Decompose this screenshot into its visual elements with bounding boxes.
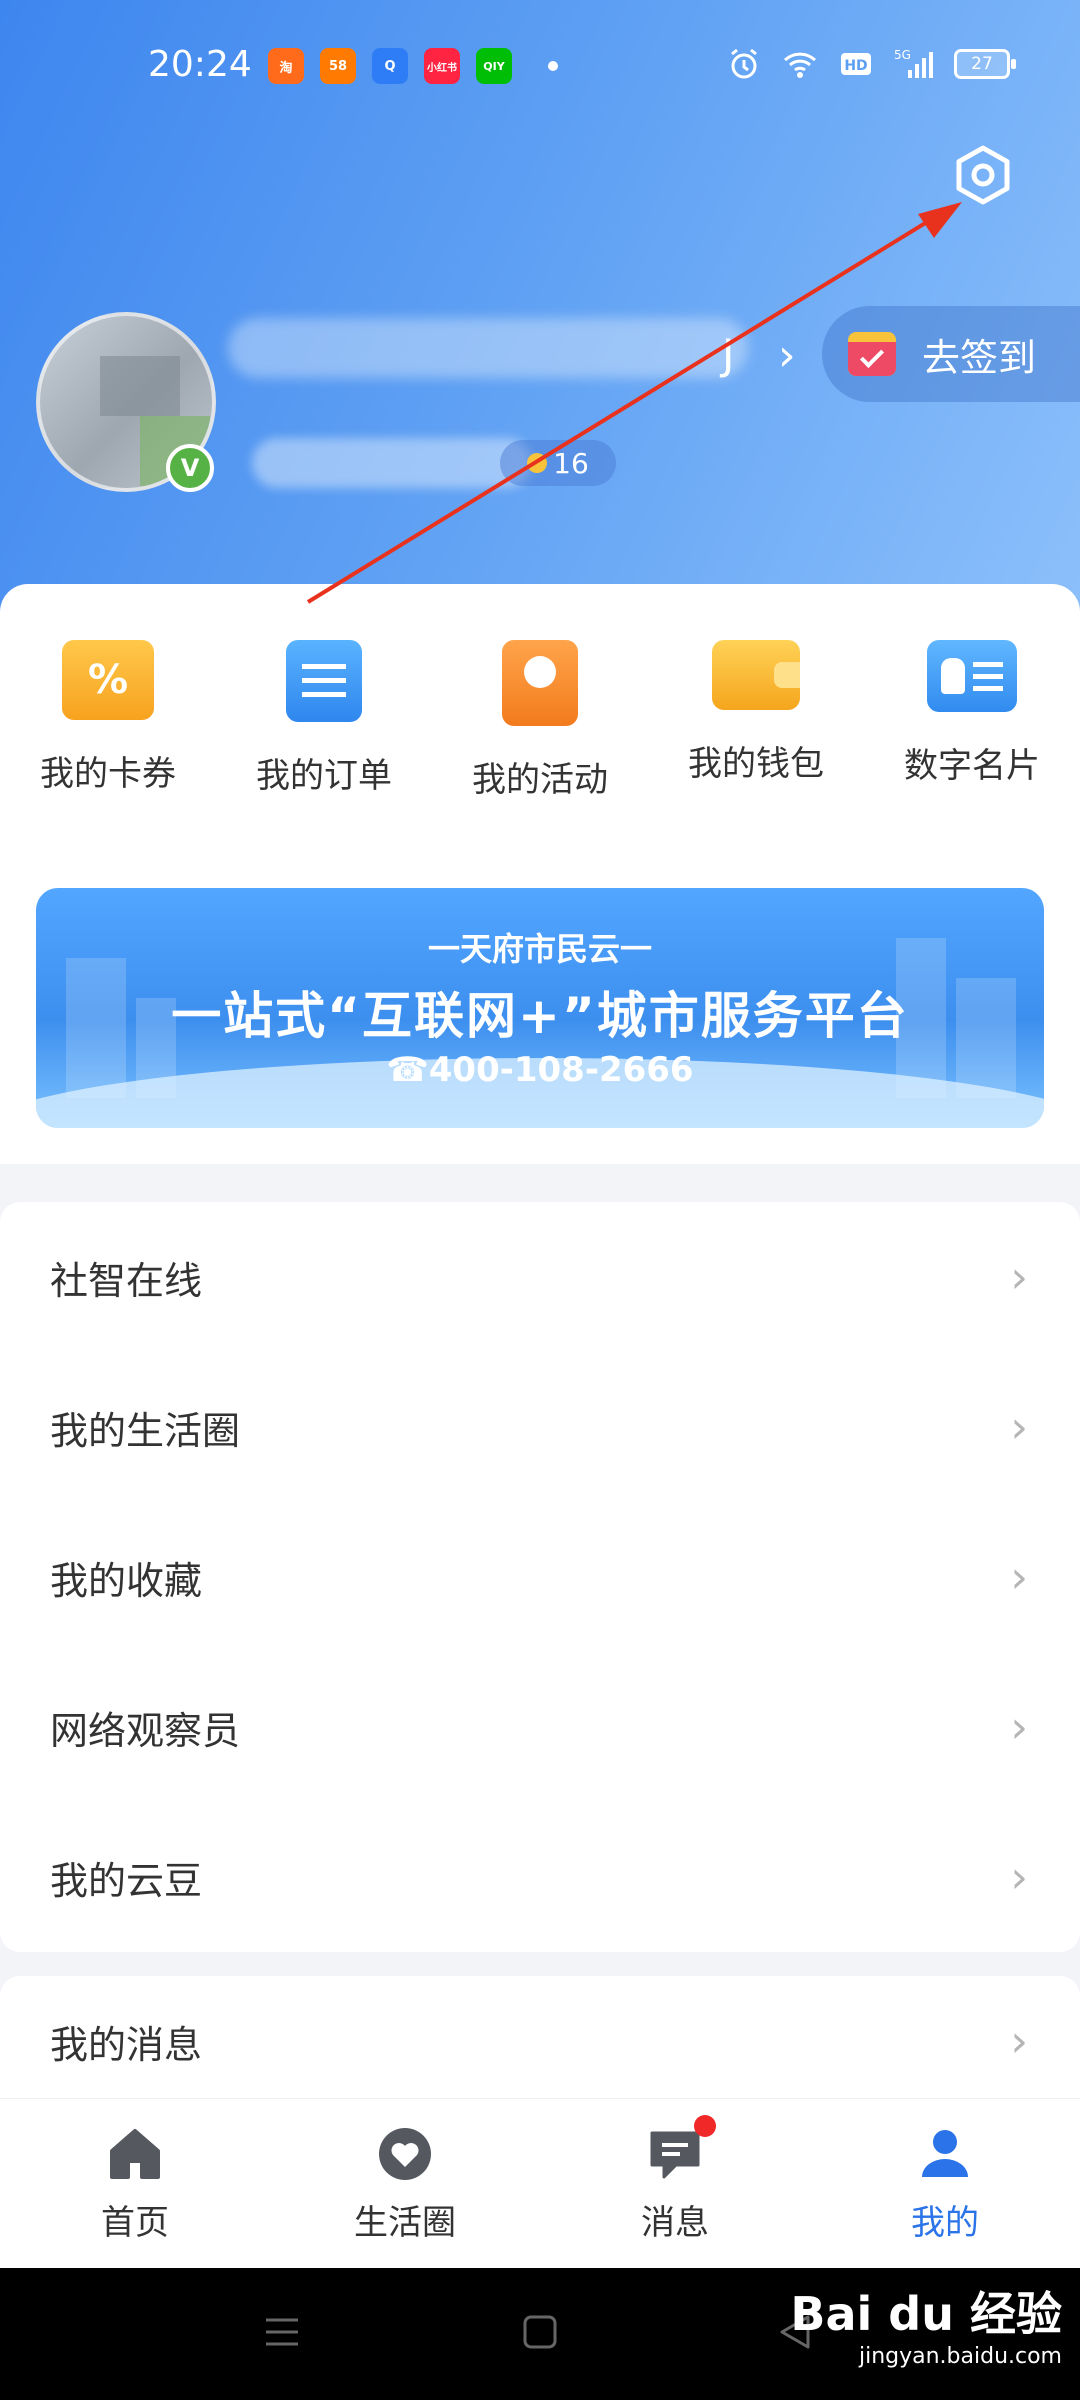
chevron-right-icon: › [1010, 1851, 1028, 1903]
tab-me[interactable]: 我的 [810, 2099, 1080, 2268]
tab-messages[interactable]: 消息 [540, 2099, 810, 2268]
level-label-redacted [252, 438, 532, 488]
quick-action-label: 数字名片 [904, 746, 1040, 786]
signin-button[interactable]: 去签到 [822, 306, 1080, 402]
username-redacted[interactable] [228, 318, 748, 378]
quick-action-label: 我的活动 [472, 760, 608, 800]
signin-label: 去签到 [922, 335, 1037, 380]
chevron-right-icon: › [1010, 1701, 1028, 1753]
svg-text:HD: HD [844, 58, 867, 74]
quick-action-coupons[interactable]: % 我的卡券 [0, 640, 216, 801]
coupon-icon: % [62, 640, 154, 720]
watermark-brand: Bai du 经验 [790, 2287, 1062, 2341]
menu-item-cloud-beans[interactable]: 我的云豆 › [0, 1802, 1080, 1952]
message-icon [650, 2131, 700, 2179]
activity-icon [502, 640, 578, 726]
settings-icon[interactable] [950, 142, 1016, 208]
wallet-icon [712, 640, 800, 710]
banner-brand: 一天府市民云一 [427, 930, 652, 968]
profile-chevron-right-icon[interactable]: › [778, 330, 796, 381]
bottom-tab-bar: 首页 生活圈 消息 我的 [0, 2098, 1080, 2268]
notification-app-icons: 淘 58 Q 小红书 QIY [268, 48, 558, 84]
tab-label: 我的 [911, 2203, 979, 2243]
menu-list: 社智在线 › 我的生活圈 › 我的收藏 › 网络观察员 › 我的云豆 › [0, 1202, 1080, 1952]
menu-item-label: 我的云豆 [50, 1858, 203, 1903]
tab-label: 消息 [641, 2203, 709, 2243]
browser-app-icon: Q [372, 48, 408, 84]
banner-headline: 一站式“互联网+”城市服务平台 [171, 987, 909, 1045]
menu-item-network-observer[interactable]: 网络观察员 › [0, 1652, 1080, 1802]
tab-life-circle[interactable]: 生活圈 [270, 2099, 540, 2268]
tab-label: 生活圈 [354, 2203, 456, 2243]
battery-indicator: 27 [954, 49, 1016, 79]
menu-item-label: 我的消息 [50, 2022, 203, 2067]
battery-level: 27 [971, 54, 993, 74]
home-square-icon[interactable] [520, 2312, 560, 2352]
unread-badge [694, 2115, 716, 2137]
xiaohongshu-app-icon: 小红书 [424, 48, 460, 84]
baidu-jingyan-watermark: Bai du 经验 jingyan.baidu.com [790, 2278, 1062, 2369]
moon-icon [527, 453, 548, 473]
business-card-icon [927, 640, 1017, 712]
person-icon [922, 2130, 968, 2177]
level-badge: 16 [500, 440, 616, 486]
chevron-right-icon: › [1010, 2015, 1028, 2067]
status-bar: 20:24 淘 58 Q 小红书 QIY HD 5G 27 [0, 0, 1080, 130]
58-app-icon: 58 [320, 48, 356, 84]
status-time: 20:24 [148, 44, 252, 85]
watermark-url: jingyan.baidu.com [858, 2344, 1062, 2369]
hd-icon: HD [841, 53, 871, 75]
verified-badge-icon: V [166, 444, 214, 492]
chevron-right-icon: › [1010, 1551, 1028, 1603]
more-notifications-dot [548, 61, 558, 71]
username-visible-tail: J [722, 330, 735, 379]
heart-circle-icon [379, 2128, 431, 2180]
menu-item-label: 我的收藏 [50, 1558, 203, 1603]
alarm-icon [731, 48, 757, 79]
signal-5g-icon: 5G [894, 48, 933, 78]
recents-menu-icon[interactable] [262, 2312, 302, 2352]
menu-item-social-online[interactable]: 社智在线 › [0, 1202, 1080, 1352]
quick-action-label: 我的钱包 [688, 744, 824, 784]
tab-label: 首页 [101, 2203, 169, 2243]
order-icon [286, 640, 362, 722]
quick-action-label: 我的订单 [256, 756, 392, 796]
chevron-right-icon: › [1010, 1401, 1028, 1453]
quick-action-label: 我的卡券 [40, 754, 176, 794]
level-value: 16 [553, 446, 589, 480]
wifi-icon [783, 52, 817, 78]
menu-item-label: 网络观察员 [50, 1708, 241, 1753]
menu-item-label: 社智在线 [50, 1258, 203, 1303]
quick-actions-row: % 我的卡券 我的订单 我的活动 我的钱包 数字名片 [0, 640, 1080, 801]
tab-home[interactable]: 首页 [0, 2099, 270, 2268]
quick-action-wallet[interactable]: 我的钱包 [648, 640, 864, 801]
iqiyi-app-icon: QIY [476, 48, 512, 84]
quick-action-orders[interactable]: 我的订单 [216, 640, 432, 801]
menu-item-life-circle[interactable]: 我的生活圈 › [0, 1352, 1080, 1502]
calendar-check-icon [848, 332, 896, 376]
chevron-right-icon: › [1010, 1251, 1028, 1303]
network-type: 5G [894, 48, 911, 62]
promo-banner[interactable]: 一天府市民云一 一站式“互联网+”城市服务平台 ☎400-108-2666 [36, 888, 1044, 1128]
menu-item-favorites[interactable]: 我的收藏 › [0, 1502, 1080, 1652]
home-icon [110, 2129, 160, 2179]
quick-action-activities[interactable]: 我的活动 [432, 640, 648, 801]
taobao-app-icon: 淘 [268, 48, 304, 84]
quick-action-business-card[interactable]: 数字名片 [864, 640, 1080, 801]
banner-phone: ☎400-108-2666 [386, 1050, 694, 1090]
menu-item-label: 我的生活圈 [50, 1408, 241, 1453]
menu-item-messages[interactable]: 我的消息 › [0, 1966, 1080, 2116]
message-icon-wrap [646, 2115, 716, 2183]
menu-list-secondary: 我的消息 › [0, 1976, 1080, 2100]
